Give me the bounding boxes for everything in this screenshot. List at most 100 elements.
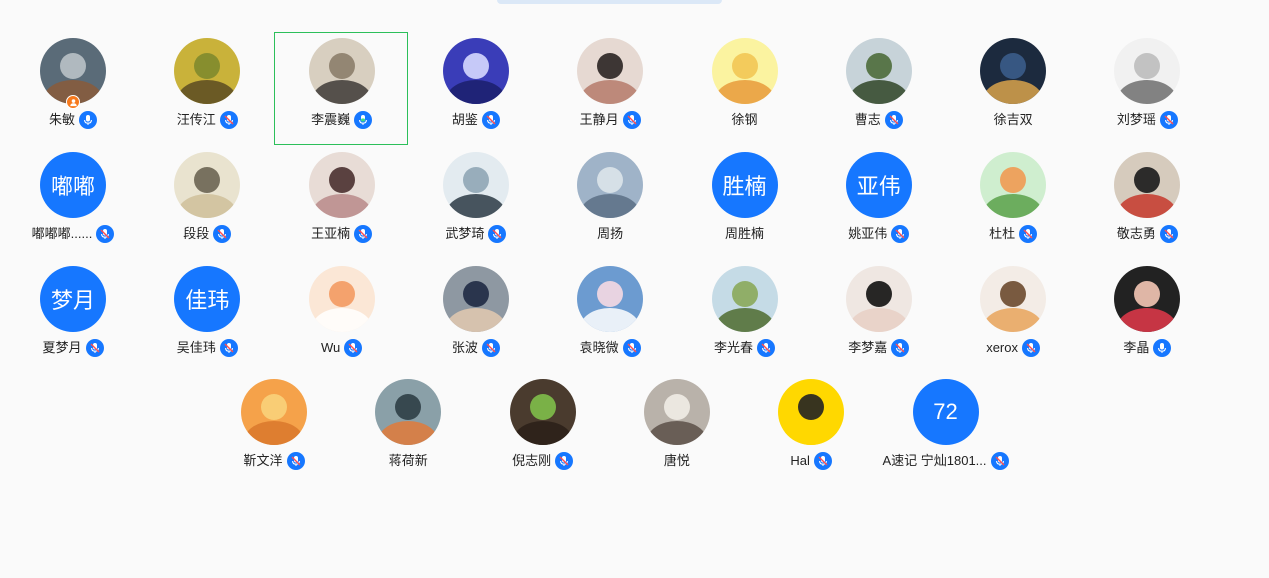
participant-name-row: 胡鉴 bbox=[409, 110, 543, 130]
participant-tile[interactable]: 袁晓微 bbox=[542, 260, 676, 373]
participant-tile[interactable]: 胜楠 周胜楠 bbox=[677, 146, 811, 259]
mic-on-icon[interactable] bbox=[79, 111, 97, 129]
mic-muted-icon[interactable] bbox=[555, 452, 574, 470]
participant-name-row: 李晶 bbox=[1080, 338, 1214, 358]
participant-tile[interactable]: 梦月夏梦月 bbox=[5, 260, 139, 373]
participant-avatar bbox=[711, 38, 778, 104]
mic-muted-icon[interactable] bbox=[990, 452, 1009, 470]
participant-tile[interactable]: 武梦琦 bbox=[408, 146, 542, 259]
participant-tile[interactable]: 胡鉴 bbox=[408, 32, 542, 145]
participant-name-row: Hal bbox=[744, 451, 878, 471]
participant-tile[interactable]: 刘梦瑶 bbox=[1079, 32, 1213, 145]
mic-muted-icon[interactable] bbox=[622, 111, 641, 129]
participant-tile[interactable]: 张波 bbox=[408, 260, 542, 373]
participant-avatar bbox=[1114, 266, 1181, 332]
mic-muted-icon[interactable] bbox=[481, 111, 500, 129]
participant-avatar: 胜楠 bbox=[711, 152, 778, 218]
participant-tile[interactable]: 亚伟 姚亚伟 bbox=[811, 146, 945, 259]
mic-muted-icon[interactable] bbox=[891, 225, 910, 243]
mic-muted-icon[interactable] bbox=[488, 225, 507, 243]
participant-name-row: 袁晓微 bbox=[543, 338, 677, 358]
participant-tile[interactable]: 王亚楠 bbox=[274, 146, 408, 259]
participant-tile[interactable]: 王静月 bbox=[542, 32, 676, 145]
mic-muted-icon[interactable] bbox=[219, 339, 238, 357]
mic-muted-icon[interactable] bbox=[219, 111, 238, 129]
participant-name-row: 李光春 bbox=[678, 338, 812, 358]
participant-tile[interactable]: 倪志刚 bbox=[475, 373, 609, 486]
mic-muted-icon[interactable] bbox=[622, 339, 641, 357]
participant-tile[interactable]: 靳文洋 bbox=[206, 373, 340, 486]
participant-tile[interactable]: 蒋荷新 bbox=[340, 373, 474, 486]
participant-name-row: 曹志 bbox=[812, 110, 946, 130]
participant-name: A速记 宁灿1801... bbox=[882, 453, 987, 468]
participant-tile[interactable]: Hal bbox=[743, 373, 877, 486]
participant-avatar bbox=[980, 38, 1047, 104]
participant-avatar: 佳玮 bbox=[174, 266, 241, 332]
participant-name: 李震巍 bbox=[311, 112, 351, 127]
participant-avatar bbox=[241, 379, 307, 445]
participant-tile[interactable]: 曹志 bbox=[811, 32, 945, 145]
participant-name: 徐吉双 bbox=[993, 112, 1033, 127]
participant-avatar bbox=[845, 266, 912, 332]
participant-tile[interactable]: Wu bbox=[274, 260, 408, 373]
mic-muted-icon[interactable] bbox=[891, 339, 910, 357]
participant-tile[interactable]: 李震巍 bbox=[273, 32, 408, 145]
mic-muted-icon[interactable] bbox=[1021, 339, 1040, 357]
participant-tile[interactable]: 朱敏 bbox=[5, 32, 139, 145]
participant-name: 张波 bbox=[451, 340, 478, 355]
avatar-initials: 嘟嘟 bbox=[50, 174, 95, 199]
participant-tile[interactable]: 周扬 bbox=[542, 146, 676, 259]
participant-tile[interactable]: 李光春 bbox=[677, 260, 811, 373]
participant-tile[interactable]: xerox bbox=[945, 260, 1079, 373]
participant-tile[interactable]: 敬志勇 bbox=[1079, 146, 1213, 259]
participant-tile[interactable]: 徐钢 bbox=[677, 32, 811, 145]
mic-muted-icon[interactable] bbox=[481, 339, 500, 357]
participant-tile[interactable]: 汪传江 bbox=[139, 32, 273, 145]
participant-tile[interactable]: 杜杜 bbox=[945, 146, 1079, 259]
participant-name-row: 武梦琦 bbox=[409, 224, 543, 244]
participant-name: 汪传江 bbox=[176, 112, 216, 127]
participant-avatar: 亚伟 bbox=[845, 152, 912, 218]
mic-muted-icon[interactable] bbox=[757, 339, 775, 357]
mic-muted-icon[interactable] bbox=[1159, 111, 1178, 129]
participant-name: 李光春 bbox=[713, 340, 753, 355]
mic-muted-icon[interactable] bbox=[344, 339, 363, 357]
mic-muted-icon[interactable] bbox=[1159, 225, 1178, 243]
participant-tile[interactable]: 唐悦 bbox=[609, 373, 743, 486]
mic-muted-icon[interactable] bbox=[213, 225, 232, 243]
participant-row: 嘟嘟嘟嘟嘟...... 段段 王亚楠 武梦琦 周扬胜楠周胜楠亚伟姚亚伟 bbox=[0, 146, 1269, 260]
participant-name-row: 朱敏 bbox=[6, 110, 140, 130]
avatar-initials: 梦月 bbox=[50, 288, 95, 313]
participant-tile[interactable]: 嘟嘟 嘟嘟嘟...... bbox=[5, 146, 139, 259]
mic-muted-icon[interactable] bbox=[85, 339, 104, 357]
mic-on-icon[interactable] bbox=[1153, 339, 1172, 357]
participant-tile[interactable]: 李梦嘉 bbox=[811, 260, 945, 373]
participant-name: Wu bbox=[320, 340, 341, 355]
participant-tile[interactable]: 72 A速记 宁灿1801... bbox=[878, 373, 1012, 486]
mic-speaking-icon[interactable] bbox=[354, 111, 373, 129]
participant-tile[interactable]: 佳玮吴佳玮 bbox=[139, 260, 273, 373]
participant-tile[interactable]: 段段 bbox=[139, 146, 273, 259]
mic-muted-icon[interactable] bbox=[813, 452, 832, 470]
participant-name: 夏梦月 bbox=[42, 340, 82, 355]
participant-name-row: 靳文洋 bbox=[207, 451, 341, 471]
participant-name-row: 王亚楠 bbox=[275, 224, 409, 244]
mic-muted-icon[interactable] bbox=[286, 452, 305, 470]
participant-avatar bbox=[442, 38, 509, 104]
mic-muted-icon[interactable] bbox=[354, 225, 373, 243]
mic-muted-icon[interactable] bbox=[884, 111, 903, 129]
participant-name: 曹志 bbox=[854, 112, 881, 127]
avatar-initials: 佳玮 bbox=[185, 288, 230, 313]
mic-muted-icon[interactable] bbox=[1019, 225, 1038, 243]
participant-name: 胡鉴 bbox=[451, 112, 478, 127]
participant-name-row: 蒋荷新 bbox=[341, 451, 475, 471]
mic-muted-icon[interactable] bbox=[96, 225, 115, 243]
participant-name: 李梦嘉 bbox=[848, 340, 888, 355]
participant-name: 徐钢 bbox=[731, 112, 758, 127]
participant-tile[interactable]: 徐吉双 bbox=[945, 32, 1079, 145]
avatar-initials: 胜楠 bbox=[722, 174, 767, 199]
participant-tile[interactable]: 李晶 bbox=[1079, 260, 1213, 373]
participant-name: 唐悦 bbox=[663, 453, 690, 468]
participant-name-row: 徐吉双 bbox=[946, 110, 1080, 130]
participant-name: 吴佳玮 bbox=[176, 340, 216, 355]
